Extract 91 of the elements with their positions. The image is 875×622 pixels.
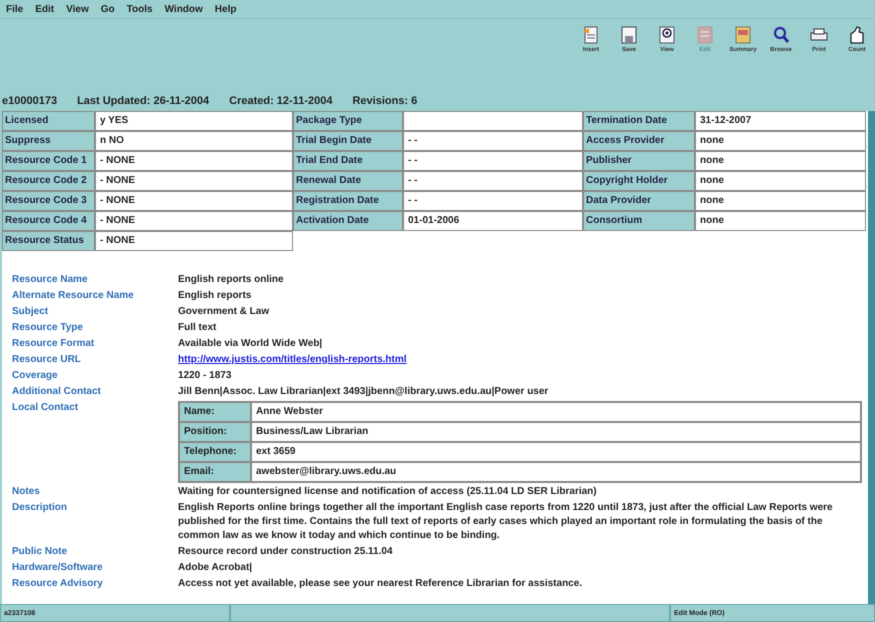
field-value: none bbox=[695, 131, 866, 151]
field-value: - NONE bbox=[95, 171, 293, 191]
hand-icon bbox=[848, 25, 866, 45]
detail-value: Waiting for countersigned license and notification of access (25.11.04 LD SER Librarian) bbox=[178, 485, 598, 499]
detail-label: Resource Type bbox=[12, 321, 84, 335]
scrollbar[interactable] bbox=[868, 111, 875, 604]
field-label: Termination Date bbox=[583, 111, 695, 131]
field-label: Trial End Date bbox=[293, 151, 403, 171]
contact-value: Anne Webster bbox=[251, 402, 861, 422]
document-icon bbox=[734, 25, 752, 45]
detail-label: Resource Advisory bbox=[12, 577, 104, 591]
field-value: 01-01-2006 bbox=[403, 211, 583, 231]
detail-value: 1220 - 1873 bbox=[178, 369, 232, 383]
field-value: n NO bbox=[95, 131, 293, 151]
detail-label: Hardware/Software bbox=[12, 561, 104, 575]
field-value: 31-12-2007 bbox=[695, 111, 866, 131]
detail-label: Resource Format bbox=[12, 337, 96, 351]
eye-icon bbox=[658, 25, 676, 45]
detail-label: Subject bbox=[12, 305, 50, 319]
field-value: - - bbox=[403, 191, 583, 211]
menu-item[interactable]: Help bbox=[214, 4, 236, 14]
document-icon bbox=[582, 25, 600, 45]
contact-value: Business/Law Librarian bbox=[251, 422, 861, 442]
detail-label: Notes bbox=[12, 485, 41, 499]
menu-item[interactable]: Tools bbox=[126, 4, 153, 14]
contact-label: Telephone: bbox=[179, 442, 251, 462]
detail-label: Additional Contact bbox=[12, 385, 102, 399]
field-value: - NONE bbox=[95, 231, 293, 251]
field-label: Copyright Holder bbox=[583, 171, 695, 191]
field-label: Resource Code 1 bbox=[2, 151, 95, 171]
contact-label: Name: bbox=[179, 402, 251, 422]
detail-label: Coverage bbox=[12, 369, 59, 383]
field-value: none bbox=[695, 151, 866, 171]
created-date: Created: 12-11-2004 bbox=[229, 95, 332, 107]
field-value: - NONE bbox=[95, 151, 293, 171]
detail-value: Full text bbox=[178, 321, 218, 335]
contact-value: ext 3659 bbox=[251, 442, 861, 462]
document-icon bbox=[696, 25, 714, 45]
field-label: Resource Code 4 bbox=[2, 211, 95, 231]
detail-value: English reports online bbox=[178, 273, 285, 287]
revisions-count: Revisions: 6 bbox=[352, 95, 418, 107]
detail-value: Jill Benn|Assoc. Law Librarian|ext 3493|jbenn@library.uws.edu.au|Power user bbox=[178, 385, 550, 399]
field-label: Registration Date bbox=[293, 191, 403, 211]
save-icon bbox=[620, 25, 638, 45]
detail-value: Adobe Acrobat| bbox=[178, 561, 254, 575]
field-label: Consortium bbox=[583, 211, 695, 231]
field-value: none bbox=[695, 171, 866, 191]
contact-value: awebster@library.uws.edu.au bbox=[251, 462, 861, 482]
record-id: e10000173 bbox=[2, 95, 58, 107]
detail-label: Public Note bbox=[12, 545, 68, 559]
detail-value: Resource record under construction 25.11.04 bbox=[178, 545, 394, 559]
field-value: - - bbox=[403, 131, 583, 151]
field-label: Resource Status bbox=[2, 231, 95, 251]
field-value: - - bbox=[403, 151, 583, 171]
detail-label: Alternate Resource Name bbox=[12, 289, 135, 303]
field-label: Activation Date bbox=[293, 211, 403, 231]
resource-link[interactable]: http://www.justis.com/titles/english-reports.html bbox=[178, 354, 407, 365]
field-value: none bbox=[695, 211, 866, 231]
contact-label: Position: bbox=[179, 422, 251, 442]
detail-label: Local Contact bbox=[12, 401, 80, 415]
field-value: - NONE bbox=[95, 211, 293, 231]
search-icon bbox=[772, 25, 790, 45]
field-label: Trial Begin Date bbox=[293, 131, 403, 151]
detail-label: Description bbox=[12, 501, 68, 515]
detail-label: Resource URL bbox=[12, 353, 82, 367]
detail-value: Government & Law bbox=[178, 305, 270, 319]
field-label: Package Type bbox=[293, 111, 403, 131]
menu-item[interactable]: File bbox=[6, 4, 24, 14]
last-updated: Last Updated: 26-11-2004 bbox=[77, 95, 210, 107]
detail-value: Access not yet available, please see your nearest Reference Librarian for assistance. bbox=[178, 577, 584, 591]
field-label: Licensed bbox=[2, 111, 95, 131]
menu-item[interactable]: View bbox=[66, 4, 89, 14]
detail-value: English reports bbox=[178, 289, 252, 303]
field-value: - NONE bbox=[95, 191, 293, 211]
menu-item[interactable]: Go bbox=[100, 4, 115, 14]
field-label: Access Provider bbox=[583, 131, 695, 151]
menu-item[interactable]: Window bbox=[164, 4, 203, 14]
field-label: Renewal Date bbox=[293, 171, 403, 191]
contact-label: Email: bbox=[179, 462, 251, 482]
field-value: - - bbox=[403, 171, 583, 191]
field-label: Data Provider bbox=[583, 191, 695, 211]
field-value: y YES bbox=[95, 111, 293, 131]
field-label: Suppress bbox=[2, 131, 95, 151]
detail-value: English Reports online brings together all the important English case reports from 1220 until 1873, just after the official Law Reports were published for the first time. Contains the full text of reports of early cases which played an important role in formulating the basis of the common law as we know it today and which continue to be binding. bbox=[178, 501, 834, 543]
field-label: Resource Code 3 bbox=[2, 191, 95, 211]
field-label: Resource Code 2 bbox=[2, 171, 95, 191]
field-label: Publisher bbox=[583, 151, 695, 171]
menu-item[interactable]: Edit bbox=[35, 4, 54, 14]
detail-value: Available via World Wide Web| bbox=[178, 337, 324, 351]
field-value: none bbox=[695, 191, 866, 211]
detail-label: Resource Name bbox=[12, 273, 89, 287]
